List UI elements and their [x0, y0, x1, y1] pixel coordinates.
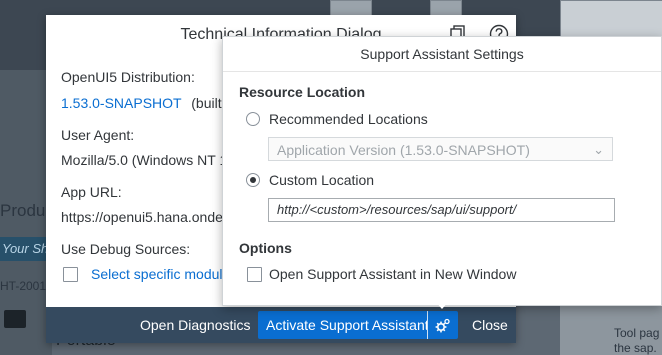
version-row: 1.53.0-SNAPSHOT (built at — [61, 95, 237, 111]
laptop-image — [4, 310, 26, 328]
chevron-down-icon: ⌄ — [593, 142, 604, 157]
app-url-label: App URL: — [61, 184, 122, 200]
dialog-footer: Open Diagnostics Activate Support Assist… — [46, 307, 516, 343]
background-right-text: Tool pag — [614, 326, 660, 340]
popover-title: Support Assistant Settings — [223, 37, 661, 72]
background-id-text: HT-2001 — [0, 279, 47, 293]
version-link[interactable]: 1.53.0-SNAPSHOT — [61, 95, 181, 111]
background-stripe: Your Sh — [0, 237, 52, 261]
resource-location-heading: Resource Location — [239, 84, 366, 100]
new-window-label[interactable]: Open Support Assistant in New Window — [269, 266, 516, 282]
custom-location-value: http://<custom>/resources/sap/ui/support… — [277, 202, 517, 217]
custom-location-label[interactable]: Custom Location — [269, 172, 374, 188]
user-agent-label: User Agent: — [61, 127, 135, 143]
debug-sources-label: Use Debug Sources: — [61, 241, 191, 257]
background-right-text: the sap. — [614, 341, 657, 355]
background-product-text: Produ — [0, 201, 46, 220]
background-shop-text: Your Sh — [2, 241, 49, 256]
support-assistant-settings-popover: Support Assistant Settings Resource Loca… — [222, 36, 662, 306]
support-settings-button[interactable] — [427, 311, 458, 339]
distribution-label: OpenUI5 Distribution: — [61, 69, 195, 85]
close-button[interactable]: Close — [464, 311, 516, 339]
custom-location-radio[interactable] — [246, 173, 260, 187]
recommended-location-radio[interactable] — [246, 112, 260, 126]
app-url-value: https://openui5.hana.ondem — [61, 209, 235, 225]
user-agent-value: Mozilla/5.0 (Windows NT 10 — [61, 152, 236, 168]
recommended-location-select: Application Version (1.53.0-SNAPSHOT) ⌄ — [268, 137, 613, 161]
background-tile — [330, 0, 372, 16]
popover-arrow — [435, 301, 449, 309]
recommended-location-label[interactable]: Recommended Locations — [269, 111, 428, 127]
select-modules-link[interactable]: Select specific module — [91, 266, 230, 282]
activate-support-assistant-button[interactable]: Activate Support Assistant — [258, 311, 437, 339]
select-value: Application Version (1.53.0-SNAPSHOT) — [277, 142, 530, 158]
open-diagnostics-button[interactable]: Open Diagnostics — [132, 311, 259, 339]
gear-icon — [434, 317, 452, 333]
background-tile — [430, 0, 462, 16]
options-heading: Options — [239, 240, 292, 256]
debug-sources-checkbox[interactable] — [63, 267, 78, 282]
custom-location-input[interactable]: http://<custom>/resources/sap/ui/support… — [268, 198, 615, 222]
new-window-checkbox[interactable] — [247, 267, 262, 282]
